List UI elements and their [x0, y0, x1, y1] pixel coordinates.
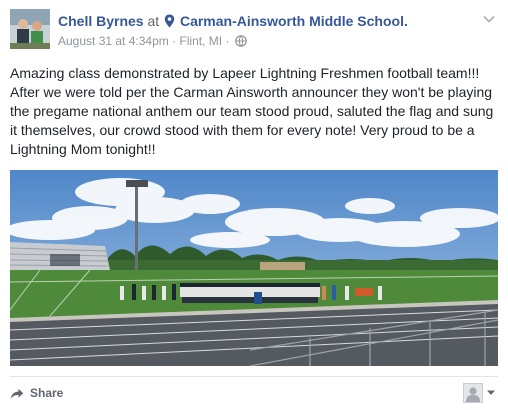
post-header: Chell Byrnes at Carman-Ainsworth Middle …: [58, 12, 408, 32]
post-timestamp[interactable]: August 31 at 4:34pm: [58, 34, 169, 48]
post-meta: August 31 at 4:34pm · Flint, MI ·: [58, 33, 247, 51]
post-location[interactable]: Flint, MI: [179, 34, 222, 48]
author-avatar[interactable]: [10, 9, 50, 49]
facebook-post: Chell Byrnes at Carman-Ainsworth Middle …: [0, 0, 508, 410]
meta-separator: ·: [168, 34, 180, 48]
chevron-down-icon[interactable]: [482, 12, 496, 26]
post-body-text: Amazing class demonstrated by Lapeer Lig…: [10, 65, 494, 157]
caret-down-icon: [486, 384, 496, 402]
checkin-place-link[interactable]: Carman-Ainsworth Middle School.: [180, 13, 408, 29]
share-button[interactable]: Share: [10, 384, 63, 405]
share-arrow-icon: [10, 387, 24, 405]
map-pin-icon: [164, 14, 175, 32]
share-label: Share: [30, 386, 64, 400]
profile-avatar-icon: [463, 383, 483, 403]
viewer-reaction-selector[interactable]: [463, 382, 496, 404]
at-label: at: [147, 13, 160, 29]
post-photo[interactable]: [10, 170, 498, 366]
author-name[interactable]: Chell Byrnes: [58, 13, 144, 29]
meta-separator: ·: [222, 34, 233, 48]
action-divider: [10, 376, 498, 377]
globe-icon[interactable]: [234, 35, 247, 51]
